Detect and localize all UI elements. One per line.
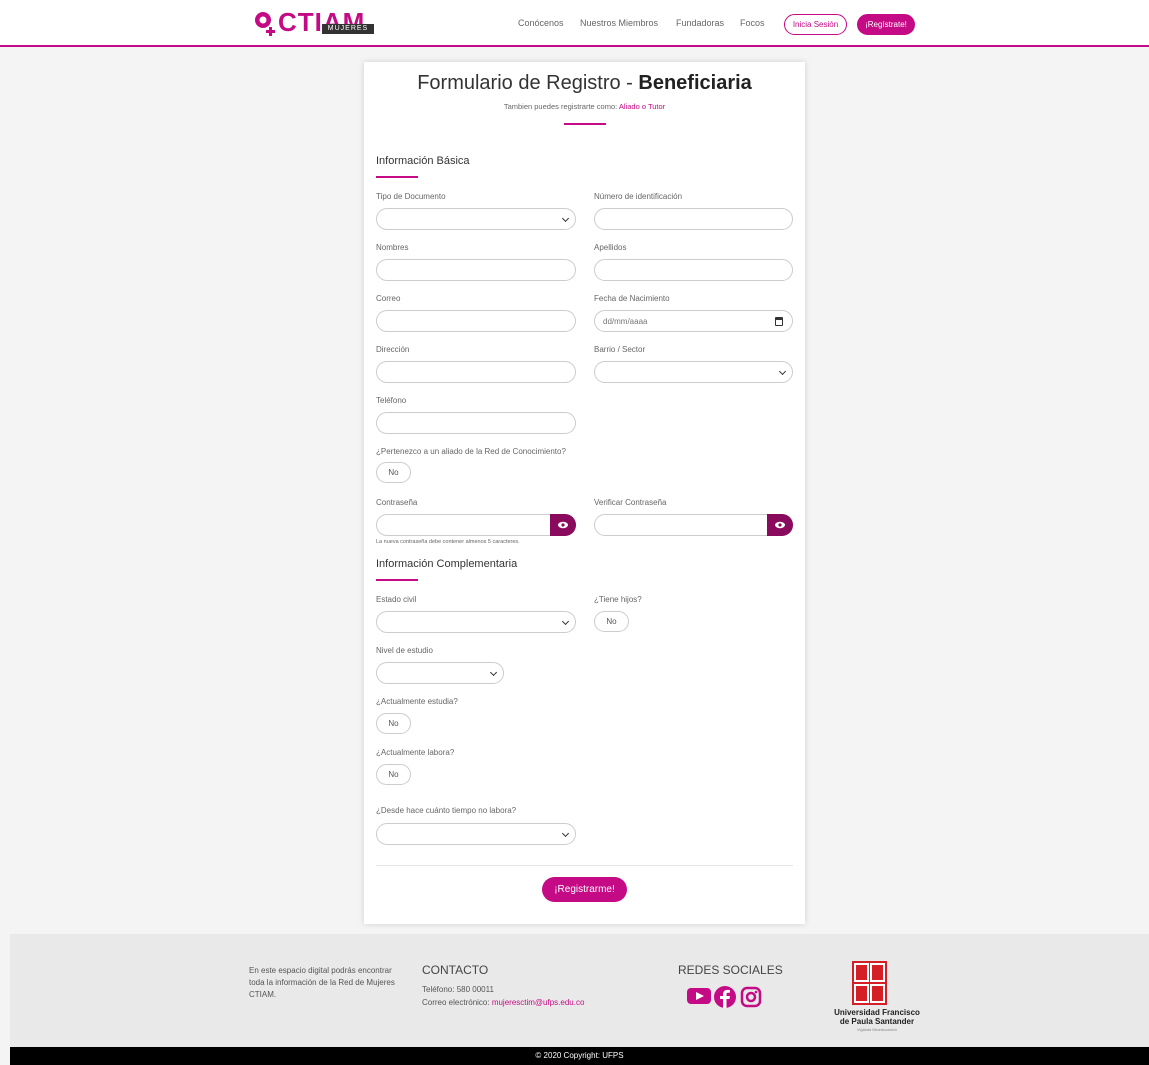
label-fecha: Fecha de Nacimiento — [594, 294, 670, 303]
ctiam-logo[interactable]: CTIAM MUJERES — [252, 7, 374, 37]
eye-icon — [558, 521, 568, 529]
label-estado-civil: Estado civil — [376, 595, 417, 604]
contact-phone: Teléfono: 580 00011 — [422, 985, 494, 994]
section-basic-title: Información Básica — [376, 155, 470, 167]
fecha-nacimiento-input[interactable]: dd/mm/aaaa — [594, 310, 793, 332]
label-numero-id: Número de identificación — [594, 192, 683, 201]
register-submit-button[interactable]: ¡Registrarme! — [542, 877, 627, 902]
label-labora: ¿Actualmente labora? — [376, 748, 455, 757]
social-title: REDES SOCIALES — [678, 963, 783, 977]
calendar-icon[interactable] — [775, 317, 783, 326]
nav-focos[interactable]: Focos — [740, 18, 765, 28]
numero-id-input[interactable] — [594, 208, 793, 230]
logo-subtitle: MUJERES — [322, 24, 374, 34]
facebook-icon[interactable] — [714, 986, 736, 1008]
label-hijos: ¿Tiene hijos? — [594, 595, 642, 604]
aliado-toggle[interactable]: No — [376, 462, 411, 483]
show-verify-password-button[interactable] — [767, 514, 793, 536]
ufps-name-line-1: Universidad Francisco — [834, 1008, 920, 1017]
section-basic-divider — [376, 176, 418, 178]
eye-icon — [775, 521, 785, 529]
label-contrasena: Contraseña — [376, 498, 418, 507]
estudia-toggle[interactable]: No — [376, 713, 411, 734]
register-nav-button[interactable]: ¡Regístrate! — [857, 14, 915, 35]
subtitle-text: Tambien puedes registrarte como: — [503, 102, 619, 111]
nav-conocenos[interactable]: Conócenos — [518, 18, 564, 28]
label-apellidos: Apellidos — [594, 243, 627, 252]
verificar-contrasena-input[interactable] — [594, 514, 793, 536]
ufps-logo[interactable]: Universidad Francisco de Paula Santander… — [822, 961, 932, 1046]
form-separator — [376, 865, 793, 866]
ufps-emblem-graphic — [854, 963, 885, 1003]
nivel-estudio-select[interactable] — [376, 662, 504, 684]
registration-form-card: Formulario de Registro - Beneficiaria Ta… — [364, 62, 805, 924]
label-barrio: Barrio / Sector — [594, 345, 646, 354]
venus-icon — [255, 12, 275, 36]
footer: En este espacio digital podrás encontrar… — [10, 934, 1149, 1047]
login-button[interactable]: Inicia Sesión — [784, 14, 847, 35]
contrasena-input[interactable] — [376, 514, 576, 536]
date-placeholder: dd/mm/aaaa — [603, 317, 648, 326]
telefono-input[interactable] — [376, 412, 576, 434]
alternative-roles-link[interactable]: Aliado o Tutor — [619, 102, 665, 111]
label-nivel: Nivel de estudio — [376, 646, 433, 655]
youtube-icon[interactable] — [687, 986, 711, 1006]
ufps-name: Universidad Francisco de Paula Santander — [822, 1008, 932, 1026]
nav-fundadoras[interactable]: Fundadoras — [676, 18, 724, 28]
nav-miembros[interactable]: Nuestros Miembros — [580, 18, 658, 28]
contact-title: CONTACTO — [422, 963, 489, 977]
section-complement-divider — [376, 579, 418, 581]
label-tipo-documento: Tipo de Documento — [376, 192, 446, 201]
correo-input[interactable] — [376, 310, 576, 332]
section-complement-title: Información Complementaria — [376, 558, 518, 570]
copyright-bar: © 2020 Copyright: UFPS — [10, 1047, 1149, 1065]
contact-email-label: Correo electrónico: — [422, 998, 492, 1007]
label-telefono: Teléfono — [376, 396, 407, 405]
contact-email-row: Correo electrónico: mujeresctim@ufps.edu… — [422, 997, 584, 1009]
footer-about: En este espacio digital podrás encontrar… — [249, 966, 395, 999]
label-desde: ¿Desde hace cuánto tiempo no labora? — [376, 806, 517, 815]
form-title: Formulario de Registro - Beneficiaria — [364, 72, 805, 95]
apellidos-input[interactable] — [594, 259, 793, 281]
ufps-tagline: Vigilada Mineducación — [857, 1027, 897, 1032]
barrio-select[interactable] — [594, 361, 793, 383]
show-password-button[interactable] — [550, 514, 576, 536]
instagram-icon[interactable] — [740, 986, 762, 1008]
label-verificar: Verificar Contraseña — [594, 498, 667, 507]
ufps-name-line-2: de Paula Santander — [839, 1017, 915, 1026]
form-subtitle: Tambien puedes registrarte como: Aliado … — [364, 102, 805, 111]
ufps-emblem — [852, 961, 887, 1005]
top-navbar: CTIAM MUJERES Conócenos Nuestros Miembro… — [0, 0, 1149, 47]
title-divider — [564, 123, 606, 125]
label-aliado: ¿Pertenezco a un aliado de la Red de Con… — [376, 447, 566, 456]
hijos-toggle[interactable]: No — [594, 611, 629, 632]
tipo-documento-select[interactable] — [376, 208, 576, 230]
label-estudia: ¿Actualmente estudia? — [376, 697, 458, 706]
password-hint: La nueva contraseña debe contener almeno… — [376, 539, 520, 545]
direccion-input[interactable] — [376, 361, 576, 383]
form-title-bold: Beneficiaria — [638, 72, 752, 94]
label-direccion: Dirección — [376, 345, 410, 354]
label-correo: Correo — [376, 294, 401, 303]
estado-civil-select[interactable] — [376, 611, 576, 633]
label-nombres: Nombres — [376, 243, 409, 252]
tiempo-sin-laborar-select[interactable] — [376, 823, 576, 845]
contact-email-link[interactable]: mujeresctim@ufps.edu.co — [492, 998, 585, 1007]
nombres-input[interactable] — [376, 259, 576, 281]
labora-toggle[interactable]: No — [376, 764, 411, 785]
form-title-text: Formulario de Registro - — [417, 72, 639, 94]
